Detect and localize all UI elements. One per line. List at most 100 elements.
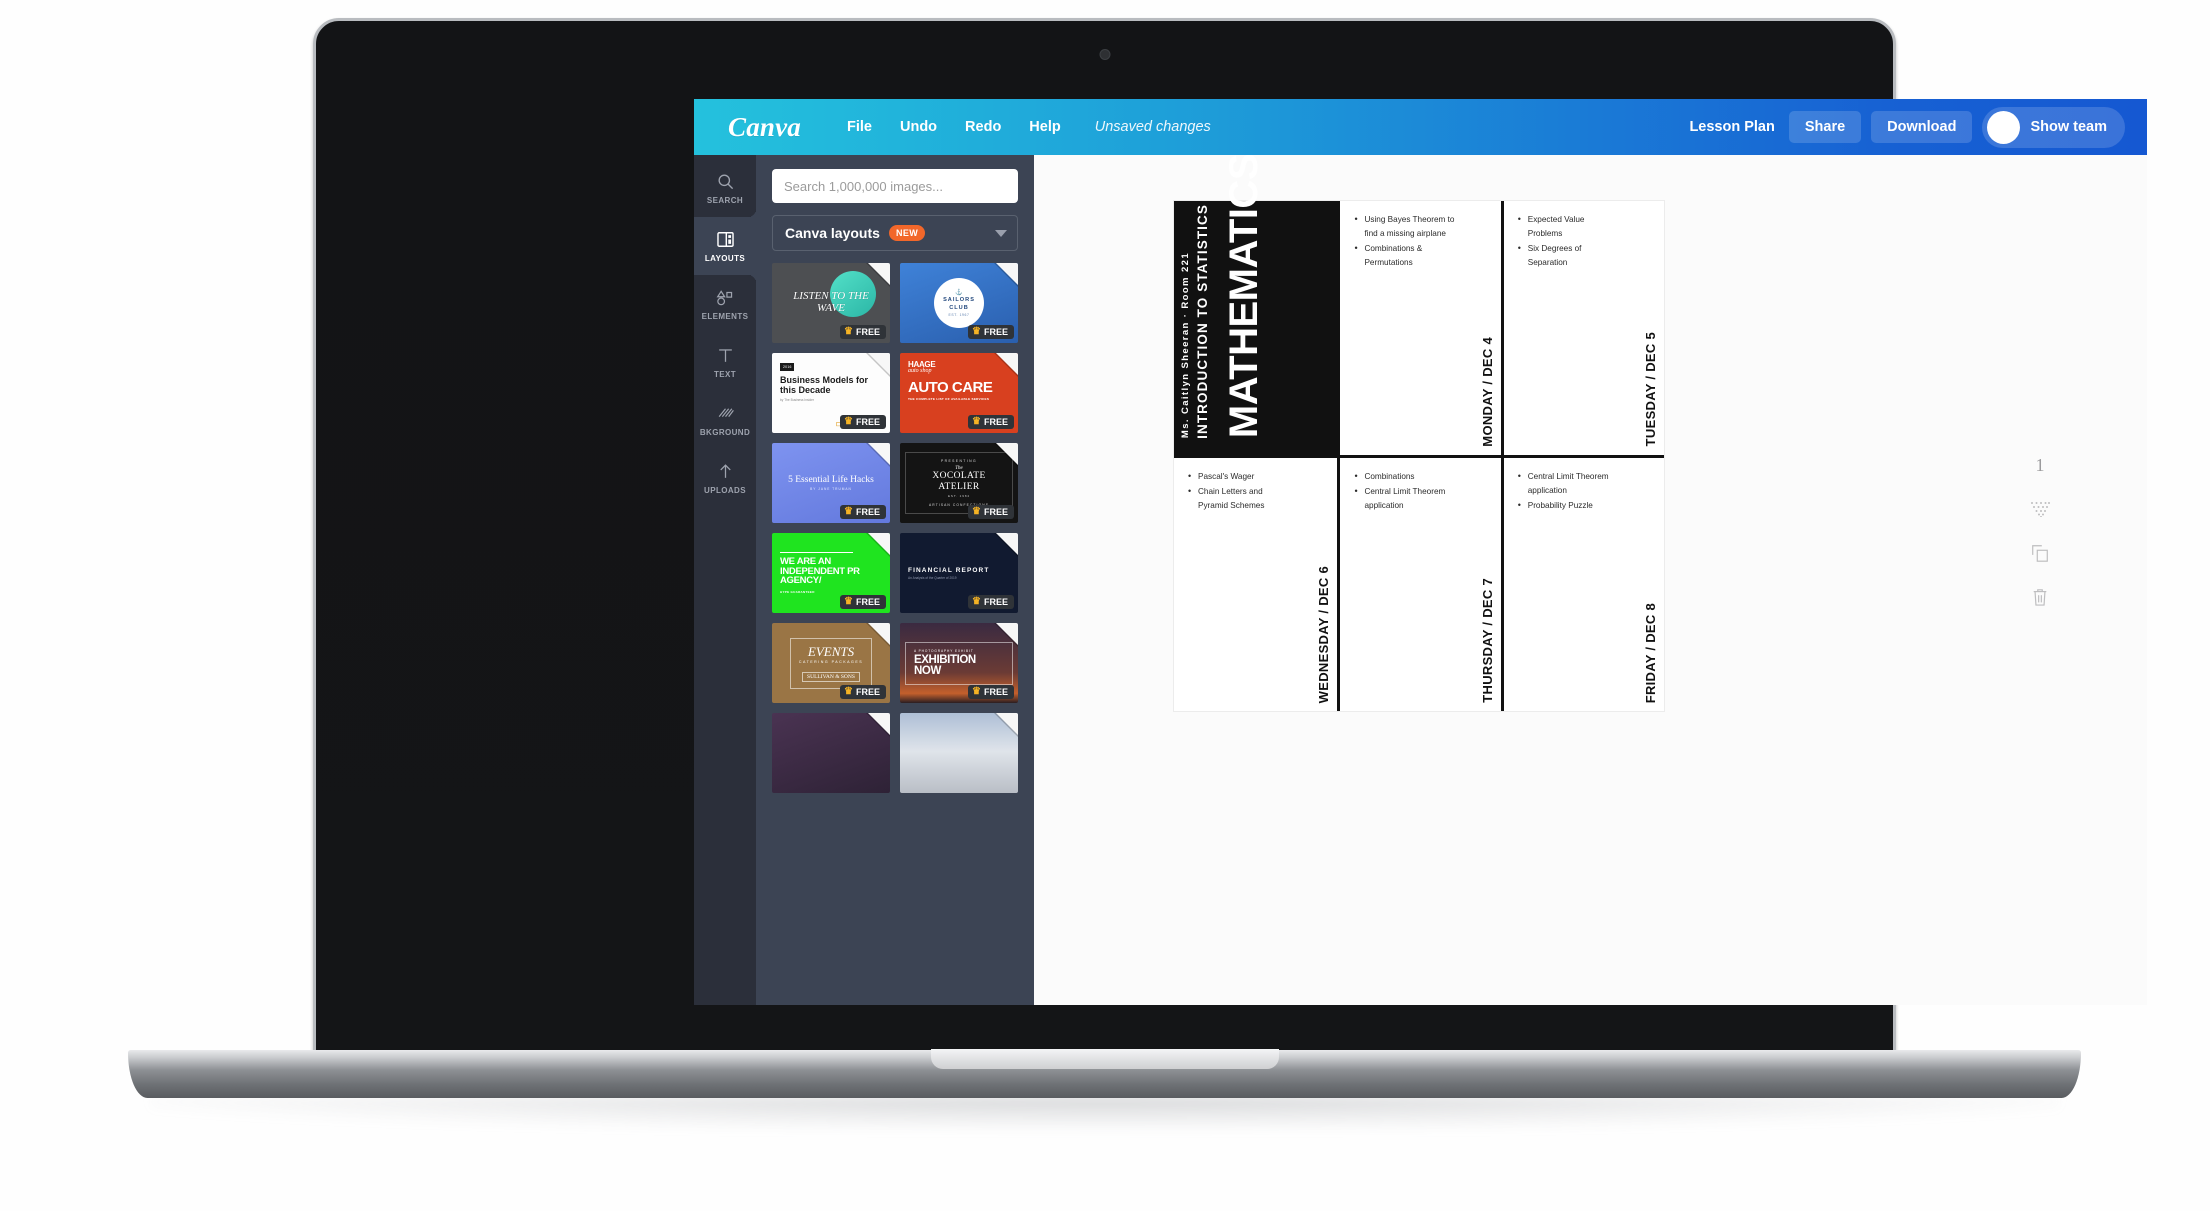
template-title: Business Models for this Decade bbox=[780, 375, 869, 396]
sidebar-label-background: BKGROUND bbox=[699, 428, 751, 437]
day-cell-thursday[interactable]: Combinations Central Limit Theorem appli… bbox=[1337, 457, 1500, 711]
laptop-base bbox=[128, 1050, 2081, 1098]
template-sub: CATERING PACKAGES bbox=[798, 659, 864, 664]
template-sub: THE COMPLETE LIST OF AVAILABLE SERVICES bbox=[908, 397, 990, 401]
template-est: EST. 1984 bbox=[948, 493, 970, 498]
template-sub: An Analysis of the Quarter of 2019 bbox=[908, 575, 957, 580]
crown-icon: ♛ bbox=[972, 416, 981, 427]
free-badge: ♛ FREE bbox=[840, 685, 886, 699]
crown-icon: ♛ bbox=[972, 686, 981, 697]
template-card[interactable] bbox=[772, 713, 890, 793]
sidebar-item-layouts[interactable]: LAYOUTS bbox=[694, 209, 756, 283]
agenda-item: Combinations bbox=[1354, 468, 1456, 484]
share-button[interactable]: Share bbox=[1788, 111, 1862, 143]
sidebar-item-uploads[interactable]: UPLOADS bbox=[694, 449, 756, 507]
template-title: EVENTS bbox=[807, 643, 855, 659]
canva-logo[interactable]: Canva bbox=[728, 112, 801, 143]
sidebar-item-background[interactable]: BKGROUND bbox=[694, 391, 756, 449]
template-grid: LISTEN TO THE WAVE ♛ FREE ⚓ SAILORS CLUB … bbox=[772, 263, 1018, 793]
save-status: Unsaved changes bbox=[1094, 119, 1211, 135]
template-footer: SULLIVAN & SONS bbox=[802, 671, 860, 682]
template-kicker: PRESENTING bbox=[940, 459, 978, 464]
text-icon bbox=[716, 345, 735, 365]
template-card[interactable]: 5 Essential Life Hacks BY JANE TRUMAN ♛ F… bbox=[772, 443, 890, 523]
template-card[interactable]: EVENTS CATERING PACKAGES SULLIVAN & SONS… bbox=[772, 623, 890, 703]
document-title-text: MATHEMATICS bbox=[1222, 155, 1266, 439]
avatar bbox=[1987, 110, 2021, 144]
layouts-dropdown[interactable]: Canva layouts NEW bbox=[772, 215, 1018, 251]
chevron-down-icon bbox=[995, 229, 1007, 237]
template-title: WE ARE AN INDEPENDENT PR AGENCY/ bbox=[780, 555, 860, 587]
free-badge: ♛ FREE bbox=[840, 415, 886, 429]
download-button[interactable]: Download bbox=[1871, 111, 1973, 143]
screenshot-stage: Canva File Undo Redo Help Unsaved change… bbox=[0, 0, 2210, 1211]
crown-icon: ♛ bbox=[844, 416, 853, 427]
agenda-item: Expected Value Problems bbox=[1518, 212, 1620, 241]
day-cell-monday[interactable]: Using Bayes Theorem to find a missing ai… bbox=[1337, 201, 1500, 455]
template-sub: by The Business Insider bbox=[780, 398, 814, 403]
document-subtitle: INTRODUCTION TO STATISTICS bbox=[1195, 203, 1210, 439]
free-badge: ♛ FREE bbox=[840, 595, 886, 609]
free-badge: ♛ FREE bbox=[968, 325, 1014, 339]
template-card[interactable]: A PHOTOGRAPHY EXHIBIT EXHIBITION NOW ♛ FR… bbox=[900, 623, 1018, 703]
sidebar-label-elements: ELEMENTS bbox=[701, 312, 749, 321]
free-badge: ♛ FREE bbox=[968, 415, 1014, 429]
agenda-item: Using Bayes Theorem to find a missing ai… bbox=[1354, 212, 1456, 241]
sidebar-rail: SEARCH LAYOUTS ELEMENTS TEXT BKGROUND UP… bbox=[694, 155, 756, 1005]
main-menu: File Undo Redo Help Unsaved changes bbox=[833, 113, 1225, 141]
search-icon bbox=[716, 171, 735, 191]
day-label: WEDNESDAY / DEC 6 bbox=[1316, 565, 1332, 703]
design-document[interactable]: Ms. Caitlyn Sheeran · Room 221 INTRODUCT… bbox=[1174, 155, 1664, 712]
duplicate-icon[interactable] bbox=[2029, 542, 2051, 564]
agenda-item: Probability Puzzle bbox=[1518, 498, 1620, 514]
template-card[interactable] bbox=[900, 713, 1018, 793]
template-card[interactable]: HAAGE auto shop AUTO CARE THE COMPLETE L… bbox=[900, 353, 1018, 433]
crown-icon: ♛ bbox=[972, 506, 981, 517]
search-input[interactable] bbox=[772, 169, 1018, 203]
layouts-panel: Canva layouts NEW LISTEN TO THE WAVE bbox=[756, 155, 1034, 1005]
document-row-bottom: Pascal's Wager Chain Letters and Pyramid… bbox=[1174, 457, 1664, 712]
day-label: TUESDAY / DEC 5 bbox=[1643, 332, 1658, 447]
agenda-item: Combinations & Permutations bbox=[1354, 241, 1456, 270]
template-card[interactable]: LISTEN TO THE WAVE ♛ FREE bbox=[772, 263, 890, 343]
menu-undo[interactable]: Undo bbox=[886, 113, 951, 141]
sidebar-label-text: TEXT bbox=[713, 370, 737, 379]
grid-dots-icon[interactable] bbox=[2029, 498, 2051, 520]
upload-icon bbox=[716, 461, 735, 481]
template-card[interactable]: FINANCIAL REPORT An Analysis of the Quar… bbox=[900, 533, 1018, 613]
sidebar-item-text[interactable]: TEXT bbox=[694, 333, 756, 391]
template-title: LISTEN TO THE WAVE bbox=[793, 290, 869, 314]
free-badge: ♛ FREE bbox=[840, 325, 886, 339]
template-title: FINANCIAL REPORT bbox=[908, 566, 990, 574]
menu-redo[interactable]: Redo bbox=[951, 113, 1015, 141]
day-cell-tuesday[interactable]: Expected Value Problems Six Degrees of S… bbox=[1500, 201, 1664, 455]
template-card[interactable]: PRESENTING The XOCOLATE ATELIER EST. 198… bbox=[900, 443, 1018, 523]
template-card[interactable]: 2016 Business Models for this Decade by … bbox=[772, 353, 890, 433]
app-topbar: Canva File Undo Redo Help Unsaved change… bbox=[694, 99, 2147, 155]
title-block[interactable]: Ms. Caitlyn Sheeran · Room 221 INTRODUCT… bbox=[1174, 155, 1338, 455]
template-sub: EST. 1967 bbox=[948, 312, 970, 317]
day-cell-friday[interactable]: Central Limit Theorem application Probab… bbox=[1500, 457, 1664, 711]
template-card[interactable]: ⚓ SAILORS CLUB EST. 1967 ♛ FREE bbox=[900, 263, 1018, 343]
sidebar-label-uploads: UPLOADS bbox=[704, 486, 746, 495]
page-number: 1 bbox=[2035, 455, 2045, 475]
show-team-button[interactable]: Show team bbox=[1982, 106, 2125, 148]
document-title[interactable]: Lesson Plan bbox=[1689, 119, 1774, 135]
crown-icon: ♛ bbox=[844, 596, 853, 607]
sidebar-item-elements[interactable]: ELEMENTS bbox=[694, 275, 756, 333]
template-title: EXHIBITION NOW bbox=[914, 653, 976, 677]
screen: Canva File Undo Redo Help Unsaved change… bbox=[694, 99, 2147, 1005]
menu-help[interactable]: Help bbox=[1015, 113, 1074, 141]
day-label: THURSDAY / DEC 7 bbox=[1479, 578, 1495, 703]
template-sub: BY JANE TRUMAN bbox=[810, 487, 852, 491]
template-card[interactable]: WE ARE AN INDEPENDENT PR AGENCY/ HYPE GU… bbox=[772, 533, 890, 613]
template-title: AUTO CARE bbox=[908, 379, 993, 396]
sidebar-item-search[interactable]: SEARCH bbox=[694, 159, 756, 217]
day-cell-wednesday[interactable]: Pascal's Wager Chain Letters and Pyramid… bbox=[1174, 458, 1337, 712]
menu-file[interactable]: File bbox=[833, 113, 886, 141]
canvas-area[interactable]: Ms. Caitlyn Sheeran · Room 221 INTRODUCT… bbox=[1034, 155, 2147, 1005]
trash-icon[interactable] bbox=[2029, 586, 2051, 608]
document-row-top: Ms. Caitlyn Sheeran · Room 221 INTRODUCT… bbox=[1174, 155, 1664, 458]
agenda-item: Chain Letters and Pyramid Schemes bbox=[1188, 484, 1290, 513]
template-title: XOCOLATE ATELIER bbox=[932, 471, 986, 492]
